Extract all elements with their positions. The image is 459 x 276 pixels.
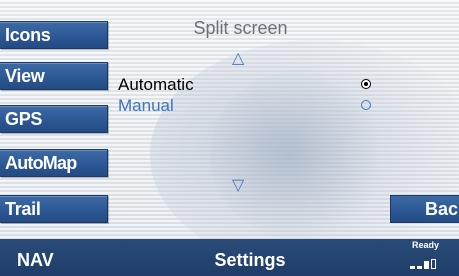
triangle-up-icon[interactable]: △ <box>232 51 244 67</box>
softkey-gps[interactable]: GPS <box>0 105 108 133</box>
signal-bars-icon <box>410 257 444 269</box>
softkey-trail[interactable]: Trail <box>0 195 108 223</box>
screen-label: Settings <box>214 250 286 270</box>
mode-label: NAV <box>17 250 54 270</box>
option-manual[interactable]: Manual <box>118 96 174 116</box>
triangle-down-icon[interactable]: ▽ <box>232 178 244 194</box>
option-automatic[interactable]: Automatic <box>118 75 194 95</box>
softkey-view[interactable]: View <box>0 62 108 90</box>
softkey-back[interactable]: Back <box>390 195 459 223</box>
nav-screen: Icons View GPS AutoMap Trail Back Split … <box>0 0 459 276</box>
status-text: Ready <box>412 240 440 250</box>
radio-automatic-selected[interactable] <box>361 79 371 89</box>
radio-manual[interactable] <box>361 100 371 110</box>
softkey-automap[interactable]: AutoMap <box>0 149 108 177</box>
page-title: Split screen <box>193 18 288 38</box>
background-swirl-inner <box>210 70 390 240</box>
softkey-icons[interactable]: Icons <box>0 21 108 49</box>
